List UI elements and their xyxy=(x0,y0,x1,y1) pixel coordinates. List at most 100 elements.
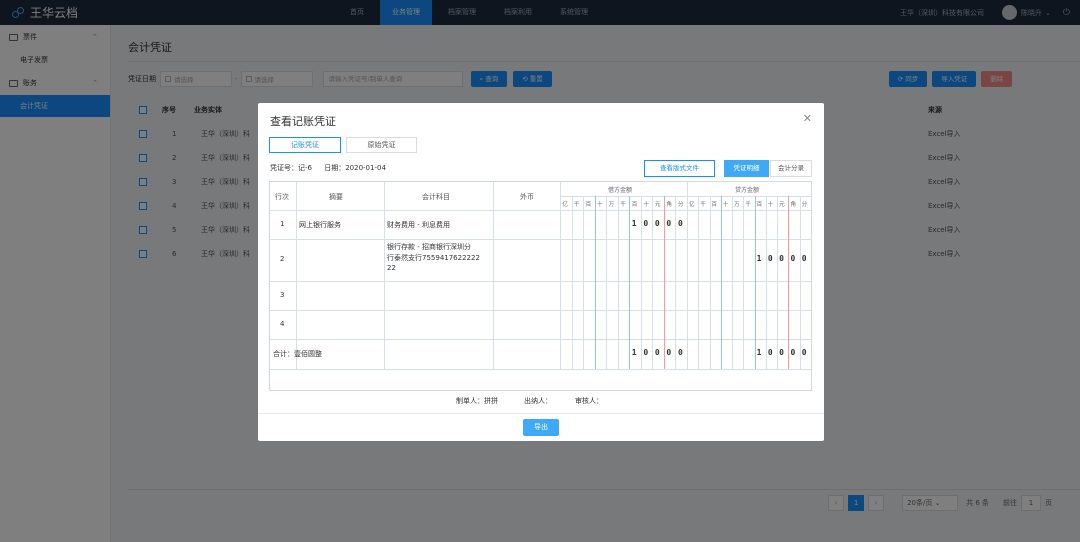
unit-divider xyxy=(606,196,608,369)
total-credit-digit: 0 xyxy=(801,348,807,357)
header-summary: 摘要 xyxy=(329,193,343,201)
column-divider xyxy=(560,182,561,369)
unit-divider xyxy=(765,196,767,369)
unit-label: 元 xyxy=(779,202,785,208)
total-debit-digit: 0 xyxy=(677,348,683,357)
column-divider xyxy=(687,182,688,369)
row-divider xyxy=(270,210,811,211)
unit-divider xyxy=(640,196,642,369)
total-debit-digit: 1 xyxy=(631,348,637,357)
total-debit-digit: 0 xyxy=(643,348,649,357)
voucher-detail-table: 行次 摘要 会计科目 外币 借方金额 贷方金额亿亿千千百百十十万万千千百百十十元元角角分分… xyxy=(269,181,812,391)
unit-label: 千 xyxy=(620,202,626,208)
column-divider xyxy=(384,182,385,369)
credit-digit: 1 xyxy=(756,254,762,263)
total-debit-digit: 0 xyxy=(654,348,660,357)
total-credit-digit: 0 xyxy=(767,348,773,357)
unit-divider xyxy=(698,196,700,369)
unit-label: 十 xyxy=(643,202,649,208)
unit-label: 万 xyxy=(734,202,740,208)
row-divider xyxy=(270,281,811,282)
unit-divider xyxy=(617,196,619,369)
row-divider xyxy=(270,239,811,240)
unit-divider xyxy=(743,196,745,369)
subject-button[interactable]: 会计分录 xyxy=(770,160,812,177)
unit-divider xyxy=(732,196,734,369)
close-icon[interactable]: ✕ xyxy=(803,112,812,125)
export-button[interactable]: 导出 xyxy=(523,419,559,436)
unit-divider xyxy=(594,196,596,369)
tab-accounting-voucher[interactable]: 记账凭证 xyxy=(269,137,341,153)
total-debit-digit: 0 xyxy=(666,348,672,357)
unit-divider xyxy=(571,196,573,369)
divider xyxy=(258,413,824,414)
unit-label: 亿 xyxy=(562,202,569,208)
header-row-no: 行次 xyxy=(275,193,289,201)
total-credit-digit: 0 xyxy=(790,348,796,357)
unit-label: 十 xyxy=(722,202,729,208)
unit-divider xyxy=(799,196,801,369)
unit-divider xyxy=(583,196,585,369)
line-account: 银行存款 - 招商银行深圳分 xyxy=(387,243,471,251)
unit-divider xyxy=(720,196,722,369)
row-divider xyxy=(270,339,811,340)
unit-label: 百 xyxy=(756,202,763,208)
unit-divider xyxy=(663,196,665,369)
unit-label: 分 xyxy=(801,202,808,208)
line-account: 22 xyxy=(387,264,396,272)
header-account: 会计科目 xyxy=(422,193,450,201)
total-credit-digit: 0 xyxy=(779,348,784,357)
unit-label: 分 xyxy=(677,202,684,208)
header-foreign: 外币 xyxy=(520,193,534,201)
debit-digit: 0 xyxy=(643,218,649,228)
row-divider xyxy=(270,369,811,370)
row-divider xyxy=(270,310,811,311)
line-account: 财务费用 - 利息费用 xyxy=(387,220,450,229)
unit-divider xyxy=(777,196,779,369)
line-row-no: 4 xyxy=(280,319,285,328)
line-account: 行泰然支行7559417622222 xyxy=(387,254,480,262)
line-row-no: 2 xyxy=(280,255,285,263)
unit-label: 万 xyxy=(608,202,615,208)
tab-original-voucher[interactable]: 原始凭证 xyxy=(346,137,417,153)
unit-label: 百 xyxy=(585,202,592,208)
unit-label: 百 xyxy=(631,202,638,208)
unit-divider xyxy=(709,196,711,369)
voucher-info: 凭证号：记-6 日期：2020-01-04 xyxy=(270,163,396,173)
debit-digit: 0 xyxy=(677,218,683,228)
unit-label: 千 xyxy=(574,202,580,208)
unit-label: 十 xyxy=(767,202,774,208)
unit-label: 角 xyxy=(790,202,796,208)
unit-divider xyxy=(629,196,631,369)
line-row-no: 1 xyxy=(280,219,285,228)
debit-digit: 0 xyxy=(666,218,672,228)
total-label: 合计：壹佰圆整 xyxy=(273,350,322,358)
header-credit: 贷方金额 xyxy=(735,187,760,194)
unit-label: 亿 xyxy=(689,202,695,208)
unit-divider xyxy=(675,196,677,369)
voucher-date: 日期：2020-01-04 xyxy=(324,164,386,172)
column-divider xyxy=(493,182,494,369)
auditor-label: 审核人： xyxy=(575,397,603,405)
line-row-no: 3 xyxy=(280,290,285,299)
total-credit-digit: 1 xyxy=(756,348,762,357)
debit-digit: 1 xyxy=(631,218,637,228)
row-divider xyxy=(560,196,811,197)
dialog-title: 查看记账凭证 xyxy=(270,115,336,128)
column-divider xyxy=(296,182,297,369)
unit-label: 千 xyxy=(700,202,706,208)
voucher-dialog: 查看记账凭证 ✕ 记账凭证 原始凭证 凭证号：记-6 日期：2020-01-04… xyxy=(258,103,824,441)
voucher-number: 凭证号：记-6 xyxy=(270,164,312,172)
credit-digit: 0 xyxy=(767,254,773,263)
unit-label: 十 xyxy=(597,202,603,208)
maker-label: 制单人：拼拼 xyxy=(456,397,498,405)
unit-divider xyxy=(754,196,756,369)
view-file-button[interactable]: 查看版式文件 xyxy=(644,160,715,177)
detail-button[interactable]: 凭证明细 xyxy=(724,160,769,177)
unit-divider xyxy=(788,196,790,369)
line-summary: 网上银行服务 xyxy=(299,220,341,229)
unit-label: 角 xyxy=(666,202,672,208)
unit-label: 千 xyxy=(745,202,751,208)
unit-divider xyxy=(652,196,654,369)
credit-digit: 0 xyxy=(801,254,807,263)
